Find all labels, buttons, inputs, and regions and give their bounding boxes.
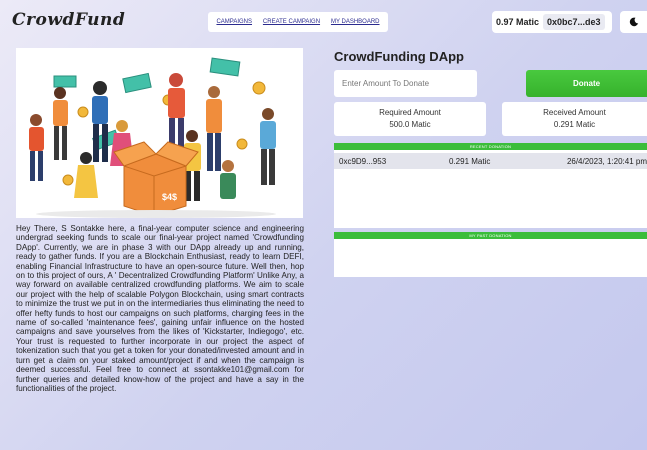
nav-my-dashboard-link[interactable]: MY DASHBOARD (331, 19, 380, 25)
recent-donations-panel: RECENT DONATION 0xc9D9...953 0.291 Matic… (334, 143, 647, 228)
received-amount-value: 0.291 Matic (553, 120, 596, 129)
donate-amount-input[interactable] (334, 70, 477, 97)
donation-amount: 0.291 Matic (449, 156, 491, 166)
received-amount-card: Received Amount 0.291 Matic (502, 102, 647, 136)
recent-donations-header: RECENT DONATION (334, 143, 647, 150)
donate-button[interactable]: Donate (526, 70, 647, 97)
past-donations-header: MY PAST DONATION (334, 232, 647, 239)
nav-campaigns-link[interactable]: CAMPAIGNS (216, 19, 252, 25)
donation-timestamp: 26/4/2023, 1:20:41 pm (566, 156, 647, 166)
theme-toggle-button[interactable] (620, 11, 647, 33)
donor-address: 0xc9D9...953 (339, 156, 387, 166)
nav-create-campaign-link[interactable]: CREATE CAMPAIGN (263, 19, 320, 25)
past-donations-panel: MY PAST DONATION (334, 232, 647, 277)
wallet-info[interactable]: 0.97 Matic 0x0bc7...de3 (492, 11, 612, 33)
wallet-address[interactable]: 0x0bc7...de3 (543, 14, 605, 30)
dapp-title: CrowdFunding DApp (334, 49, 464, 64)
required-amount-label: Required Amount (379, 108, 441, 117)
received-amount-label: Received Amount (543, 108, 606, 117)
app-logo[interactable]: CrowdFund (12, 10, 125, 30)
wallet-balance: 0.97 Matic (496, 17, 540, 27)
required-amount-card: Required Amount 500.0 Matic (334, 102, 486, 136)
moon-icon (629, 17, 638, 27)
campaign-description: Hey There, S Sontakke here, a final-year… (16, 224, 304, 393)
campaign-hero-image: $4$ (16, 48, 303, 218)
donation-box-label: $4$ (162, 192, 177, 202)
table-row: 0xc9D9...953 0.291 Matic 26/4/2023, 1:20… (334, 153, 647, 169)
main-nav: CAMPAIGNS CREATE CAMPAIGN MY DASHBOARD (208, 12, 388, 32)
required-amount-value: 500.0 Matic (389, 120, 431, 129)
